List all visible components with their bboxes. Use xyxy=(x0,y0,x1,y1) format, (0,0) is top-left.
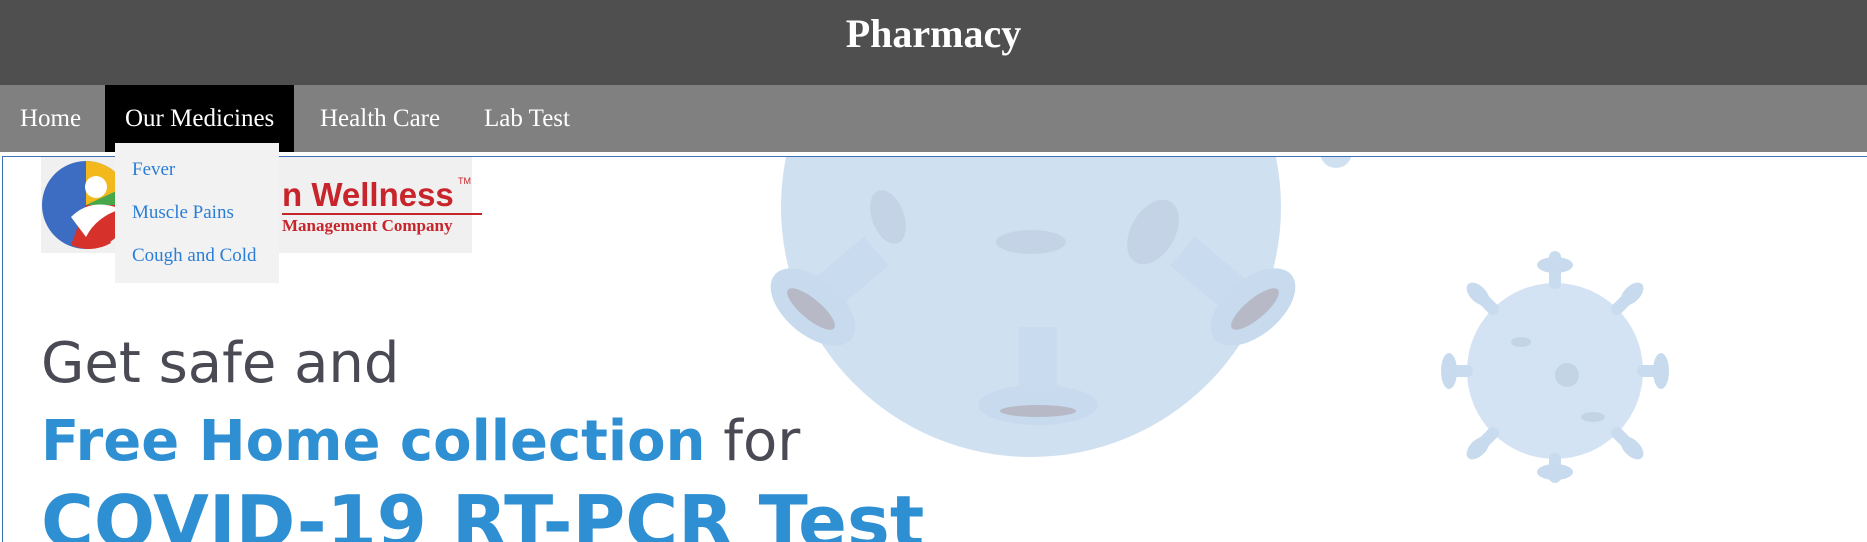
headline-line-1: Get safe and xyxy=(41,331,400,396)
nav-home[interactable]: Home xyxy=(0,85,101,152)
headline-rest: for xyxy=(705,409,801,474)
logo-brand-text: n Wellness xyxy=(282,176,454,213)
medicines-dropdown: Fever Muscle Pains Cough and Cold xyxy=(115,143,279,283)
headline-line-2: Free Home collection for xyxy=(41,407,800,477)
site-title: Pharmacy xyxy=(845,11,1022,56)
logo-tagline: Management Company xyxy=(282,216,453,235)
site-header: Pharmacy xyxy=(0,0,1867,85)
nav-lab-test[interactable]: Lab Test xyxy=(464,85,590,152)
dropdown-item-cough-and-cold[interactable]: Cough and Cold xyxy=(132,245,257,267)
logo-underline xyxy=(282,213,482,215)
hero-banner: n Wellness TM Management Company Get saf… xyxy=(2,156,1867,542)
headline-highlight: Free Home collection xyxy=(41,409,706,474)
main-navbar: Home Our Medicines Health Care Lab Test xyxy=(0,85,1867,152)
logo-trademark: TM xyxy=(458,176,471,186)
nav-our-medicines[interactable]: Our Medicines xyxy=(105,85,295,152)
dropdown-item-muscle-pains[interactable]: Muscle Pains xyxy=(132,202,234,224)
headline-line-3: COVID-19 RT-PCR Test xyxy=(41,480,925,542)
nav-health-care[interactable]: Health Care xyxy=(300,85,460,152)
dropdown-item-fever[interactable]: Fever xyxy=(132,159,175,181)
